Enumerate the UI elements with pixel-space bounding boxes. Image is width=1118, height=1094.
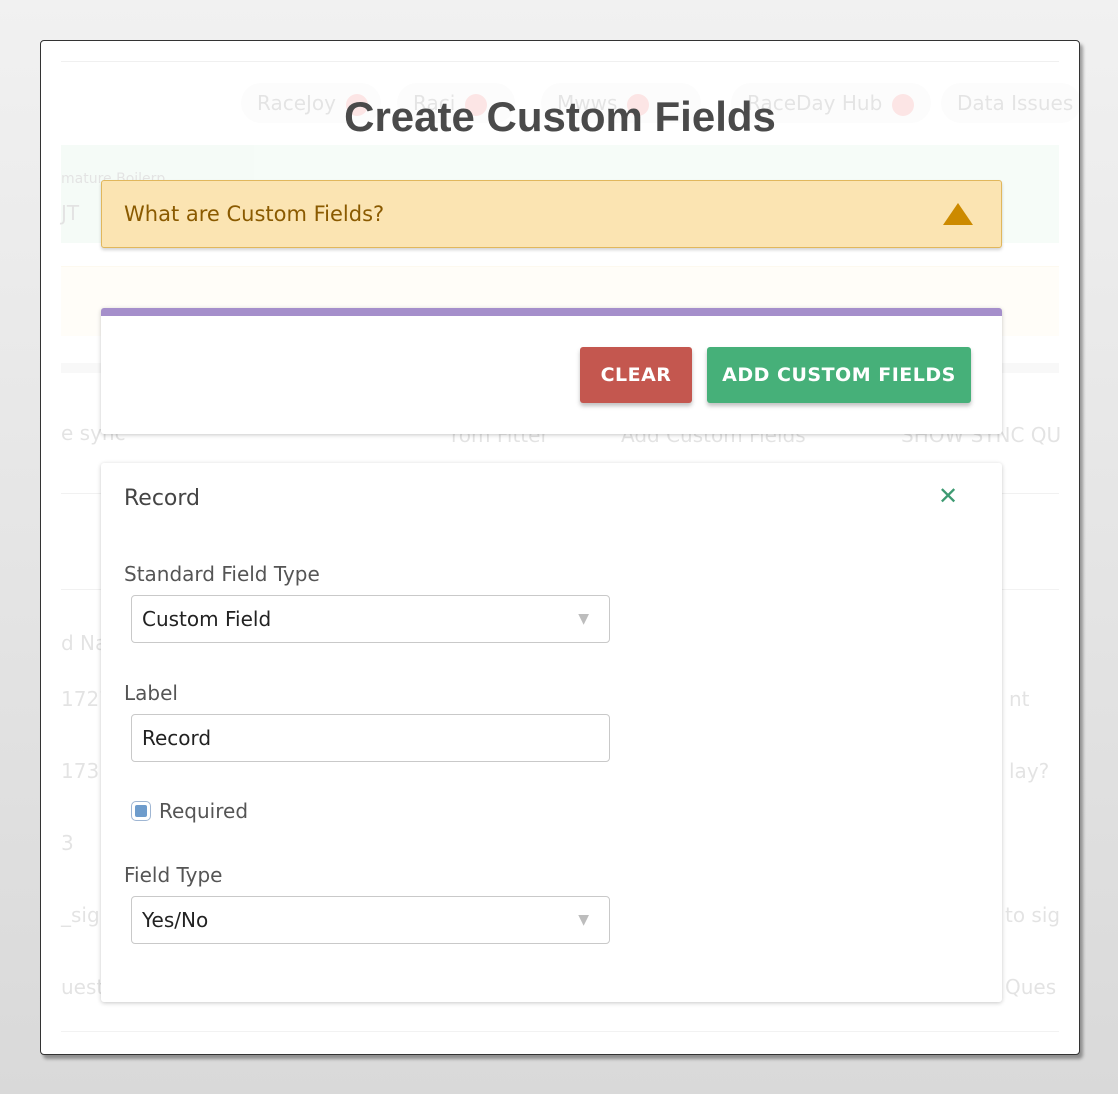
field-type-select[interactable]: Yes/No ▼ <box>131 896 610 944</box>
triangle-up-icon[interactable] <box>943 203 973 225</box>
record-card-title: Record <box>124 486 201 511</box>
chevron-down-icon: ▼ <box>578 912 589 928</box>
close-icon[interactable]: ✕ <box>935 483 961 509</box>
label-field-label: Label <box>124 681 178 705</box>
modal-title: Create Custom Fields <box>344 93 776 140</box>
checkbox-checked-indicator <box>135 805 147 817</box>
field-type-value: Yes/No <box>142 908 209 932</box>
required-checkbox[interactable] <box>131 801 151 821</box>
required-label: Required <box>159 799 249 823</box>
record-field-card: Record ✕ Standard Field Type Custom Fiel… <box>101 463 1002 1002</box>
background-text: to sig <box>1005 903 1061 927</box>
actions-card: CLEAR ADD CUSTOM FIELDS <box>101 308 1002 434</box>
background-text: uest <box>61 975 105 999</box>
create-custom-fields-modal: RaceJoy Raci Mwws RaceDay Hub Data Issue… <box>40 40 1080 1055</box>
label-input[interactable] <box>131 714 610 762</box>
chevron-down-icon: ▼ <box>578 611 589 627</box>
standard-field-type-value: Custom Field <box>142 607 272 631</box>
background-text: JT <box>61 201 80 225</box>
clear-button[interactable]: CLEAR <box>580 347 692 403</box>
background-text: lay? <box>1009 759 1050 783</box>
background-divider <box>61 1031 1059 1032</box>
background-text: Ques <box>1005 975 1057 999</box>
field-type-label: Field Type <box>124 863 223 887</box>
add-custom-fields-button[interactable]: ADD CUSTOM FIELDS <box>707 347 971 403</box>
custom-fields-info-toggle[interactable]: What are Custom Fields? <box>101 180 1002 248</box>
background-divider <box>61 61 1059 62</box>
info-toggle-label: What are Custom Fields? <box>124 202 385 226</box>
required-row: Required <box>131 799 248 823</box>
standard-field-type-label: Standard Field Type <box>124 562 320 586</box>
background-text: 3 <box>61 831 74 855</box>
background-text: nt <box>1009 687 1030 711</box>
standard-field-type-select[interactable]: Custom Field ▼ <box>131 595 610 643</box>
